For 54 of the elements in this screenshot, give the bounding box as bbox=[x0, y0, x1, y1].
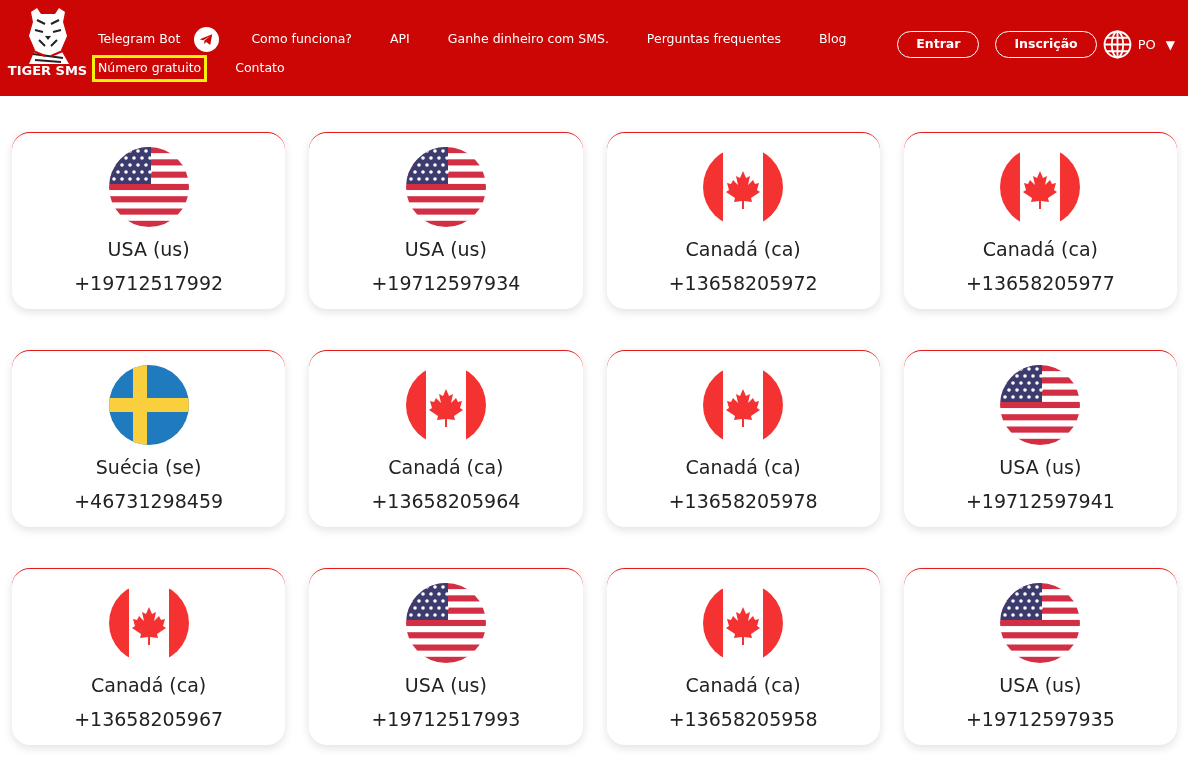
telegram-icon[interactable] bbox=[194, 26, 220, 52]
flag-icon bbox=[1000, 583, 1081, 663]
phone-number: +13658205978 bbox=[668, 489, 818, 513]
country-name: USA (us) bbox=[404, 673, 487, 697]
number-card[interactable]: Canadá (ca) +13658205978 bbox=[606, 350, 880, 527]
country-name: USA (us) bbox=[107, 237, 190, 261]
phone-number: +13658205967 bbox=[74, 707, 224, 731]
country-name: Canadá (ca) bbox=[685, 673, 801, 697]
country-name: Canadá (ca) bbox=[685, 455, 801, 479]
country-name: Suécia (se) bbox=[95, 455, 202, 479]
nav-link[interactable]: Perguntas frequentes bbox=[640, 26, 787, 53]
nav-link[interactable]: API bbox=[384, 26, 416, 53]
number-card[interactable]: USA (us) +19712597934 bbox=[309, 132, 583, 309]
country-name: Canadá (ca) bbox=[982, 237, 1098, 261]
nav-link[interactable]: Telegram Bot bbox=[92, 26, 187, 53]
logo-text: TIGER SMS bbox=[7, 64, 88, 77]
language-code[interactable]: PO bbox=[1137, 34, 1156, 55]
nav-link[interactable]: Ganhe dinheiro com SMS. bbox=[441, 26, 615, 53]
number-card[interactable]: Canadá (ca) +13658205964 bbox=[309, 350, 583, 527]
country-name: USA (us) bbox=[404, 237, 487, 261]
country-name: Canadá (ca) bbox=[685, 237, 801, 261]
number-card[interactable]: USA (us) +19712597941 bbox=[903, 350, 1177, 527]
flag-icon bbox=[405, 147, 486, 227]
phone-number: +19712597934 bbox=[371, 271, 521, 295]
globe-icon[interactable] bbox=[1102, 30, 1132, 59]
number-card[interactable]: Suécia (se) +46731298459 bbox=[12, 350, 286, 527]
phone-number: +19712517993 bbox=[371, 707, 521, 731]
phone-number: +13658205977 bbox=[965, 271, 1115, 295]
caret-icon[interactable]: ▼ bbox=[1165, 35, 1175, 54]
phone-number: +13658205972 bbox=[668, 271, 818, 295]
phone-number: +13658205964 bbox=[371, 489, 521, 513]
number-card[interactable]: USA (us) +19712517993 bbox=[309, 568, 583, 745]
nav-link[interactable]: Número gratuito bbox=[92, 54, 208, 82]
country-name: USA (us) bbox=[999, 455, 1082, 479]
country-name: Canadá (ca) bbox=[388, 455, 504, 479]
phone-number: +46731298459 bbox=[74, 489, 224, 513]
nav-link[interactable]: Blog bbox=[812, 26, 853, 53]
phone-number: +13658205958 bbox=[668, 707, 818, 731]
flag-icon bbox=[108, 147, 189, 227]
nav-link[interactable]: Como funciona? bbox=[245, 26, 358, 53]
number-card[interactable]: Canadá (ca) +13658205977 bbox=[903, 132, 1177, 309]
number-card[interactable]: USA (us) +19712517992 bbox=[12, 132, 286, 309]
flag-icon bbox=[1000, 365, 1081, 445]
number-card[interactable]: Canadá (ca) +13658205967 bbox=[12, 568, 286, 745]
number-card[interactable]: Canadá (ca) +13658205958 bbox=[606, 568, 880, 745]
phone-number: +19712517992 bbox=[74, 271, 224, 295]
number-card[interactable]: Canadá (ca) +13658205972 bbox=[606, 132, 880, 309]
country-name: Canadá (ca) bbox=[91, 673, 207, 697]
number-card[interactable]: USA (us) +19712597935 bbox=[903, 568, 1177, 745]
nav-link[interactable]: Contato bbox=[229, 54, 291, 82]
country-name: USA (us) bbox=[999, 673, 1082, 697]
phone-number: +19712597941 bbox=[965, 489, 1115, 513]
phone-number: +19712597935 bbox=[965, 707, 1115, 731]
flag-icon bbox=[405, 583, 486, 663]
